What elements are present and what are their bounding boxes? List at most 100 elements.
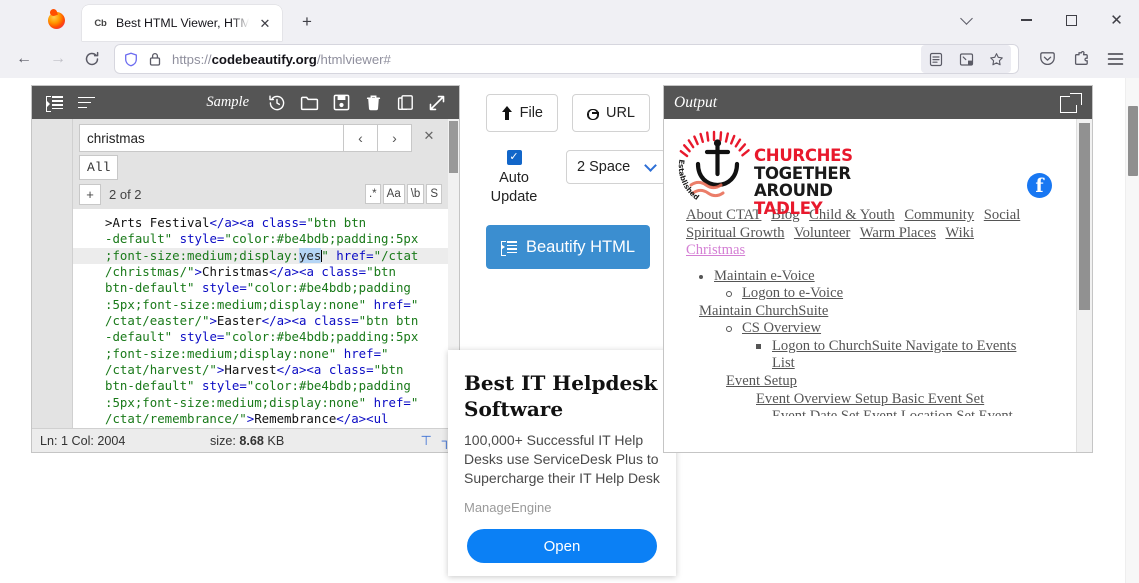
list-item-link[interactable]: Event Setup: [726, 373, 797, 389]
editor-status-bar: Ln: 1 Col: 2004 size: 8.68 KB ⊤ ┐: [32, 428, 459, 452]
list-item-link[interactable]: Event Date Set Event Location Set Event: [772, 408, 1013, 416]
list-item-link[interactable]: CS Overview: [742, 320, 821, 336]
code-token: btn-default": [105, 378, 195, 394]
code-line[interactable]: /christmas/">Christmas</a><a class="btn: [73, 264, 448, 280]
list-item-link[interactable]: Maintain e-Voice: [714, 268, 815, 284]
sample-button[interactable]: Sample: [194, 94, 261, 111]
facebook-icon[interactable]: [1027, 173, 1052, 198]
browser-chrome: Cb Best HTML Viewer, HTML Beautifier ✕ +…: [0, 0, 1139, 78]
folder-open-icon[interactable]: [293, 86, 325, 119]
back-icon[interactable]: ←: [8, 43, 40, 75]
editor-scrollbar-thumb[interactable]: [449, 121, 458, 173]
code-token: btn-default": [105, 280, 195, 296]
advertisement[interactable]: Best IT Helpdesk Software 100,000+ Succe…: [448, 350, 676, 576]
search-regex-toggle[interactable]: .*: [364, 184, 381, 204]
load-file-button[interactable]: File: [486, 94, 558, 132]
page-scrollbar-thumb[interactable]: [1128, 106, 1138, 176]
site-nav-link[interactable]: Christmas: [686, 242, 745, 258]
code-token: yes: [298, 247, 322, 263]
minify-icon[interactable]: [70, 86, 102, 119]
code-token: /ctat/remembrance/": [105, 411, 247, 427]
auto-update-checkbox[interactable]: ✓ Auto Update: [484, 150, 544, 207]
indent-size-select[interactable]: 2 Space: [566, 150, 666, 184]
app-menu-icon[interactable]: [1099, 43, 1131, 75]
load-url-button[interactable]: URL: [572, 94, 650, 132]
site-nav-link[interactable]: Social: [984, 207, 1020, 223]
list-item-link[interactable]: Logon to ChurchSuite Navigate to Events: [772, 338, 1016, 354]
code-line[interactable]: btn-default" style="color:#be4bdb;paddin…: [73, 280, 448, 296]
close-tab-icon[interactable]: ✕: [256, 14, 274, 32]
search-expand-button[interactable]: +: [79, 183, 101, 205]
browser-tab[interactable]: Cb Best HTML Viewer, HTML Beautifier ✕: [82, 5, 282, 41]
brand-wordmark: CHURCHES TOGETHER AROUND TADLEY: [754, 147, 853, 217]
upload-icon: [501, 106, 513, 120]
maximize-button[interactable]: [1049, 0, 1094, 40]
search-next-button[interactable]: ›: [378, 124, 412, 152]
code-line[interactable]: ;font-size:medium;display:none" href=": [73, 346, 448, 362]
close-window-button[interactable]: ✕: [1094, 0, 1139, 40]
new-tab-button[interactable]: +: [292, 7, 322, 37]
code-line[interactable]: -default" style="color:#be4bdb;padding:5…: [73, 231, 448, 247]
site-nav-link[interactable]: Community: [904, 207, 974, 223]
code-line[interactable]: /ctat/easter/">Easter</a><a class="btn b…: [73, 313, 448, 329]
code-line[interactable]: ;font-size:medium;display:yes" href="/ct…: [73, 247, 448, 265]
extensions-icon[interactable]: [1065, 43, 1097, 75]
search-prev-button[interactable]: ‹: [344, 124, 378, 152]
code-token: href: [336, 247, 367, 263]
page-content: Sample >Arts Festival</a><a class="btn b…: [0, 78, 1139, 583]
code-line[interactable]: /ctat/remembrance/">Remembrance</a><ul: [73, 411, 448, 427]
address-bar[interactable]: https://codebeautify.org/htmlviewer#: [114, 44, 1019, 74]
delete-icon[interactable]: [357, 86, 389, 119]
beautify-html-button[interactable]: Beautify HTML: [486, 225, 650, 269]
open-in-new-icon[interactable]: [1060, 92, 1082, 114]
shield-icon[interactable]: [122, 43, 140, 75]
save-to-pocket-icon[interactable]: [1031, 43, 1063, 75]
search-wholeword-toggle[interactable]: \b: [406, 184, 425, 204]
code-line[interactable]: -default" style="color:#be4bdb;padding:5…: [73, 329, 448, 345]
history-clock-icon[interactable]: [261, 86, 293, 119]
text-wrap-icon[interactable]: ⊤: [420, 433, 431, 449]
reload-icon[interactable]: [76, 43, 108, 75]
bookmark-star-icon[interactable]: [982, 46, 1010, 72]
code-line[interactable]: /ctat/harvest/">Harvest</a><a class="btn: [73, 362, 448, 378]
site-nav-link[interactable]: About CTAT: [686, 207, 761, 223]
beautify-icon[interactable]: [38, 86, 70, 119]
code-text[interactable]: >Arts Festival</a><a class="btn btn -defa…: [73, 215, 448, 427]
search-case-toggle[interactable]: Aa: [382, 184, 405, 204]
list-item-link[interactable]: Event Overview Setup Basic Event Set: [756, 391, 984, 407]
ad-open-button[interactable]: Open: [467, 529, 657, 563]
forward-icon[interactable]: →: [42, 43, 74, 75]
output-scrollbar-thumb[interactable]: [1079, 123, 1090, 310]
search-all-button[interactable]: All: [79, 155, 119, 180]
minimize-button[interactable]: [1004, 0, 1049, 40]
list-item-link[interactable]: Logon to e-Voice: [742, 285, 843, 301]
search-input[interactable]: christmas: [79, 124, 344, 152]
list-item-link[interactable]: List: [772, 355, 795, 371]
page-scrollbar[interactable]: [1125, 78, 1139, 583]
site-nav-link[interactable]: Volunteer: [794, 225, 850, 241]
code-line[interactable]: >Arts Festival</a><a class="btn btn: [73, 215, 448, 231]
chevron-down-icon: [644, 158, 657, 172]
screenshot-icon[interactable]: [952, 46, 980, 72]
output-scrollbar[interactable]: [1076, 119, 1092, 452]
save-icon[interactable]: [325, 86, 357, 119]
code-line[interactable]: :5px;font-size:medium;display:none" href…: [73, 395, 448, 411]
code-line[interactable]: :5px;font-size:medium;display:none" href…: [73, 297, 448, 313]
checkbox-box[interactable]: ✓: [506, 150, 522, 165]
reader-view-icon[interactable]: [922, 46, 950, 72]
copy-icon[interactable]: [389, 86, 421, 119]
list-item-link[interactable]: Maintain ChurchSuite: [699, 303, 828, 319]
site-nav-link[interactable]: Wiki: [945, 225, 974, 241]
fullscreen-icon[interactable]: [421, 86, 453, 119]
search-selection-toggle[interactable]: S: [426, 184, 442, 204]
ad-title: Best IT Helpdesk Software: [464, 371, 658, 421]
site-nav-link[interactable]: Warm Places: [860, 225, 936, 241]
code-line[interactable]: btn-default" style="color:#be4bdb;paddin…: [73, 378, 448, 394]
search-close-icon[interactable]: ✕: [420, 127, 438, 145]
site-nav-link[interactable]: Spiritual Growth: [686, 225, 785, 241]
list-all-tabs-icon[interactable]: [952, 0, 980, 40]
code-token: style: [202, 378, 240, 394]
options-row: ✓ Auto Update 2 Space: [470, 150, 666, 207]
